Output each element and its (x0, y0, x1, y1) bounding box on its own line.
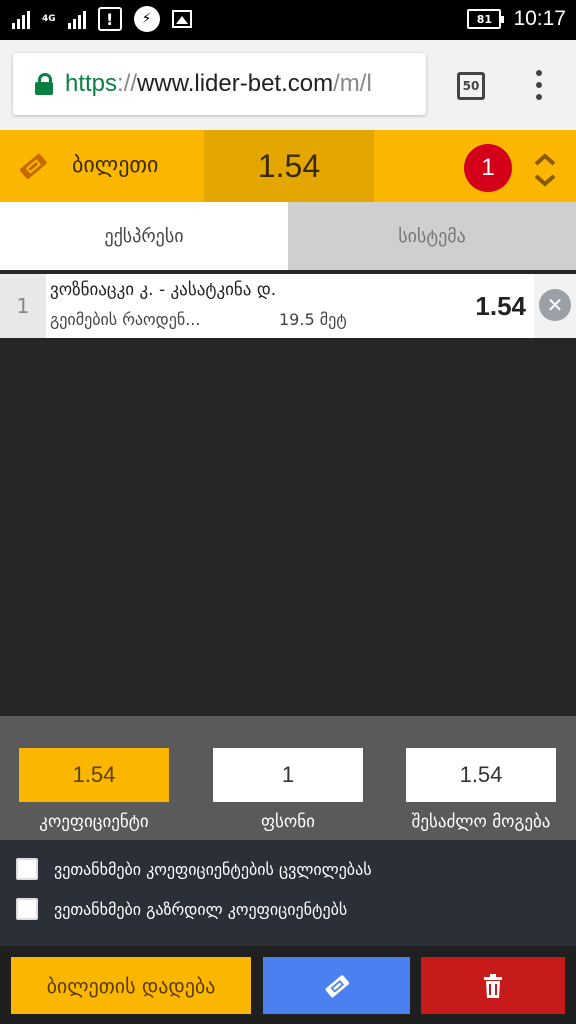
bet-event-title: ვოზნიაცკი კ. - კასატკინა დ. (50, 280, 277, 300)
accept-changes-option[interactable]: ვეთანხმები კოეფიციენტების ცვლილებას (16, 858, 372, 880)
tab-system[interactable]: სისტემა (288, 202, 576, 270)
payout-label: შესაძლო მოგება (411, 812, 551, 832)
ticket-title: ბილეთი (72, 153, 159, 178)
stake-label: ფსონი (261, 812, 315, 832)
signal-icon (12, 9, 30, 29)
ticket-button[interactable] (263, 957, 410, 1014)
remove-bet-icon[interactable]: ✕ (539, 289, 571, 321)
accept-changes-checkbox[interactable] (16, 858, 38, 880)
stake-input[interactable]: 1 (213, 748, 363, 802)
place-bet-button[interactable]: ბილეთის დადება (11, 957, 251, 1014)
delete-ticket-button[interactable] (421, 957, 565, 1014)
gallery-icon (171, 10, 192, 28)
ticket-icon (325, 974, 349, 997)
accept-changes-label: ვეთანხმები კოეფიციენტების ცვლილებას (54, 859, 372, 879)
bet-index: 1 (0, 274, 46, 338)
tab-switcher-button[interactable]: 50 (457, 72, 485, 100)
signal-icon-2 (67, 9, 86, 29)
accept-increased-checkbox[interactable] (16, 898, 38, 920)
accept-increased-label: ვეთანხმები გაზრდილ კოეფიციენტებს (54, 899, 348, 919)
more-menu-icon[interactable] (535, 70, 543, 100)
address-bar[interactable]: https://www.lider-bet.com/m/l (13, 53, 426, 115)
bet-details: ვოზნიაცკი კ. - კასატკინა დ. გეიმების რაო… (46, 274, 534, 338)
payout-field: 1.54 (406, 748, 556, 802)
action-bar: ბილეთის დადება (0, 946, 576, 1024)
alert-icon: ! (97, 7, 122, 31)
accept-increased-option[interactable]: ვეთანხმები გაზრდილ კოეფიციენტებს (16, 898, 347, 920)
coefficient-label: კოეფიციენტი (39, 812, 149, 832)
tab-express[interactable]: ექსპრესი (0, 202, 288, 270)
bet-line: 19.5 მეტ (279, 310, 347, 329)
total-odds: 1.54 (204, 130, 374, 202)
bet-odds: 1.54 (475, 291, 526, 321)
options-panel: ვეთანხმები კოეფიციენტების ცვლილებას ვეთა… (0, 840, 576, 946)
trash-icon (484, 973, 502, 998)
battery-icon: 81 (467, 9, 505, 29)
messenger-icon: ⚡ (133, 6, 160, 32)
lock-icon (35, 73, 53, 95)
bet-type-tabs: ექსპრესი სისტემა (0, 202, 576, 270)
bet-count-badge: 1 (464, 144, 512, 192)
expand-collapse-icon[interactable] (532, 152, 558, 188)
status-bar: 4G ! ⚡ 81 10:17 (0, 0, 576, 40)
stake-panel: 1.54 1 1.54 კოეფიციენტი ფსონი შესაძლო მო… (0, 716, 576, 840)
coefficient-field: 1.54 (19, 748, 169, 802)
bet-market: გეიმების რაოდენ... (50, 310, 201, 329)
ticket-icon (20, 153, 47, 179)
clock: 10:17 (513, 7, 566, 30)
url-text[interactable]: https://www.lider-bet.com/m/l (65, 70, 372, 98)
bet-row: 1 ვოზნიაცკი კ. - კასატკინა დ. გეიმების რ… (0, 274, 576, 338)
browser-toolbar: https://www.lider-bet.com/m/l 50 (0, 40, 576, 130)
network-type: 4G (42, 13, 56, 24)
